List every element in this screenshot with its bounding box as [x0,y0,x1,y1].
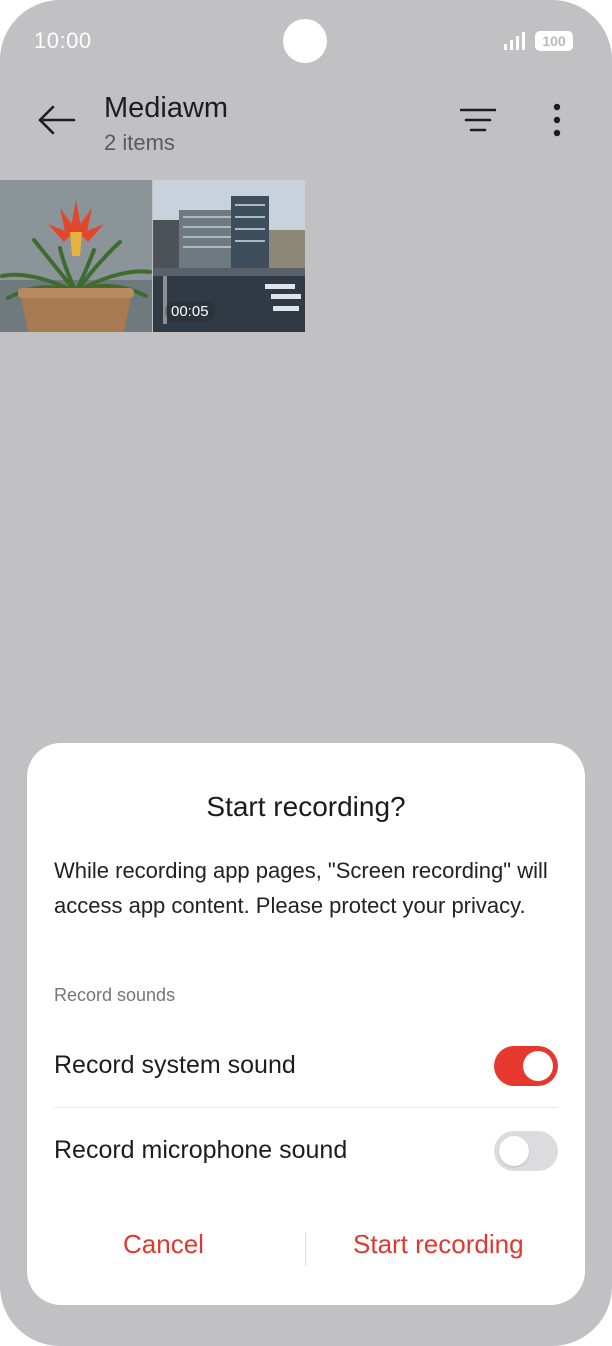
signal-icon [504,32,525,50]
plant-photo [0,180,152,332]
microphone-sound-toggle[interactable] [494,1131,558,1171]
option-microphone-sound: Record microphone sound [54,1121,558,1181]
option-label: Record system sound [54,1051,296,1079]
status-bar: 10:00 100 [0,0,612,84]
start-recording-dialog: Start recording? While recording app pag… [27,743,585,1305]
dialog-title: Start recording? [206,791,406,822]
toggle-knob [523,1051,553,1081]
dialog-message: While recording app pages, "Screen recor… [54,858,548,918]
back-arrow-icon [38,105,76,135]
gallery-item-photo[interactable] [0,180,152,332]
camera-cutout [283,19,327,63]
more-options-button[interactable] [534,98,580,142]
phone-screen: 10:00 100 Mediawm 2 items 00:05 Start re… [0,0,612,1346]
cancel-button[interactable]: Cancel [123,1229,204,1260]
gallery-item-video[interactable]: 00:05 [153,180,305,332]
section-label-record-sounds: Record sounds [54,985,176,1005]
more-vertical-icon [553,103,561,137]
option-system-sound: Record system sound [54,1036,558,1096]
button-divider [305,1232,306,1266]
status-time: 10:00 [34,28,92,53]
item-count: 2 items [104,130,175,155]
filter-icon [460,108,496,132]
app-bar: Mediawm 2 items [0,84,612,180]
video-duration: 00:05 [165,301,215,322]
page-title: Mediawm [104,92,229,124]
system-sound-toggle[interactable] [494,1046,558,1086]
back-button[interactable] [30,98,84,142]
filter-button[interactable] [452,98,504,142]
start-recording-button[interactable]: Start recording [353,1229,524,1260]
divider [54,1107,558,1108]
toggle-knob [499,1136,529,1166]
battery-indicator: 100 [535,31,573,51]
option-label: Record microphone sound [54,1136,348,1164]
